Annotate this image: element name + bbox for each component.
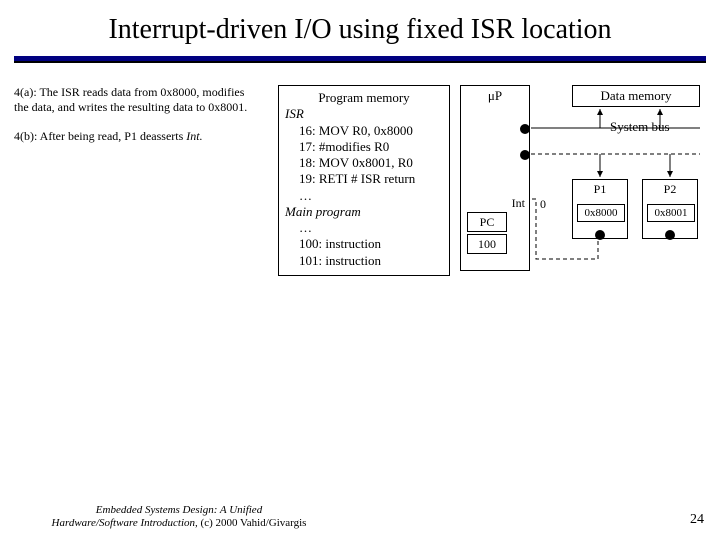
data-memory-box: Data memory: [572, 85, 700, 107]
p1-pin: [595, 230, 605, 240]
p2-label: P2: [643, 180, 697, 197]
isr-row: 16: MOV R0, 0x8000: [285, 123, 443, 139]
peripheral-p2: P2 0x8001: [642, 179, 698, 239]
peripheral-p1: P1 0x8000: [572, 179, 628, 239]
int-value-zero: 0: [540, 197, 546, 212]
slide-title: Interrupt-driven I/O using fixed ISR loc…: [0, 0, 720, 54]
pc-value: 100: [467, 234, 507, 254]
isr-row: …: [285, 188, 443, 204]
pc-box: PC: [467, 212, 507, 232]
uP-pin-top: [520, 124, 530, 134]
main-label: Main program: [285, 204, 443, 220]
footer-citation: Embedded Systems Design: A Unified Hardw…: [14, 504, 344, 530]
uP-pin-bottom: [520, 150, 530, 160]
slide-body: 4(a): The ISR reads data from 0x8000, mo…: [0, 63, 720, 81]
p1-label: P1: [573, 180, 627, 197]
title-rule: [14, 56, 706, 63]
isr-row: 18: MOV 0x8001, R0: [285, 155, 443, 171]
main-row: …: [285, 220, 443, 236]
program-memory-box: Program memory ISR 16: MOV R0, 0x8000 17…: [278, 85, 450, 276]
isr-row: 19: RETI # ISR return: [285, 171, 443, 187]
main-row: 101: instruction: [285, 253, 443, 269]
uP-label: μP: [461, 86, 529, 104]
p2-pin: [665, 230, 675, 240]
p2-address: 0x8001: [647, 204, 695, 222]
p1-address: 0x8000: [577, 204, 625, 222]
int-label: Int: [512, 196, 525, 211]
step-4b: 4(b): After being read, P1 deasserts Int…: [14, 129, 259, 144]
isr-label: ISR: [285, 106, 443, 122]
system-bus-label: System bus: [610, 119, 670, 135]
left-text: 4(a): The ISR reads data from 0x8000, mo…: [14, 85, 259, 158]
microprocessor-box: μP Int PC 100: [460, 85, 530, 271]
step-4a: 4(a): The ISR reads data from 0x8000, mo…: [14, 85, 259, 115]
progmem-heading: Program memory: [285, 90, 443, 106]
page-number: 24: [690, 512, 704, 528]
main-row: 100: instruction: [285, 236, 443, 252]
isr-row: 17: #modifies R0: [285, 139, 443, 155]
